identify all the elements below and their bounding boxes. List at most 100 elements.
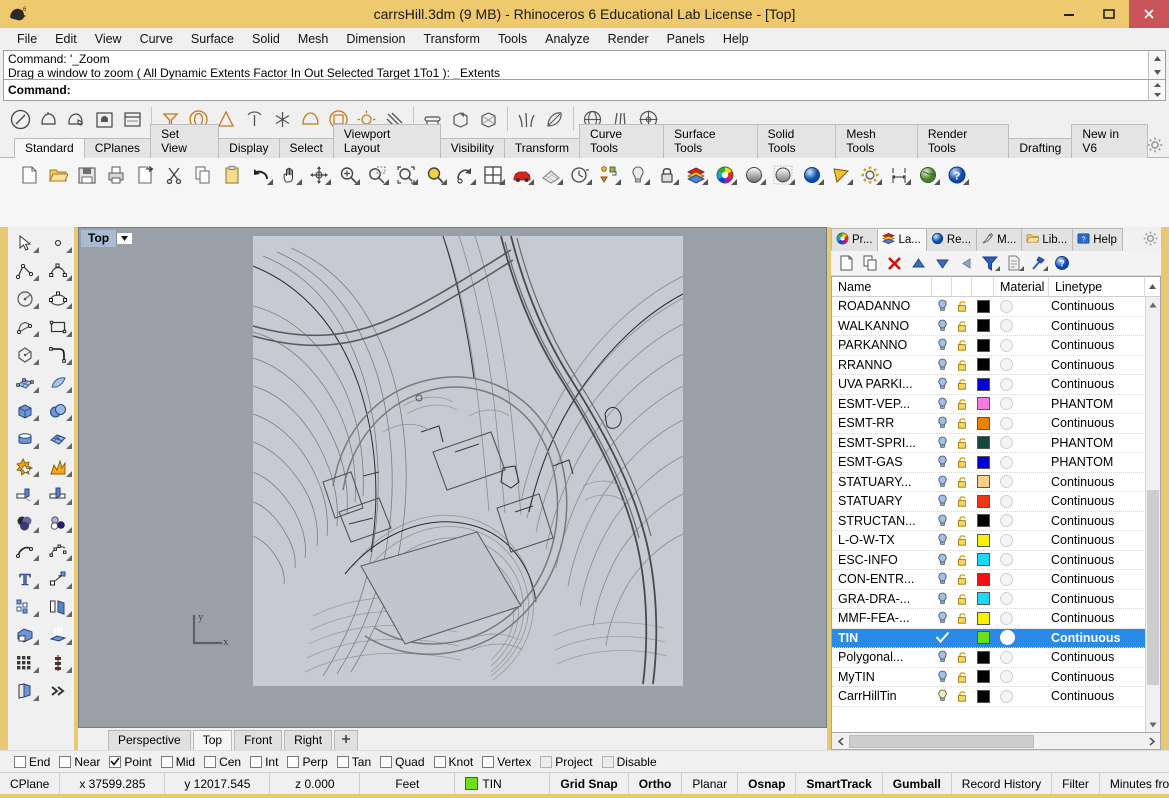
column-header-visible[interactable]	[932, 277, 952, 296]
layer-name[interactable]: PARKANNO	[832, 338, 932, 352]
layer-material-circle[interactable]	[994, 299, 1049, 313]
new-file-icon[interactable]	[14, 161, 43, 189]
checkbox[interactable]	[14, 755, 26, 768]
dome-icon[interactable]	[297, 105, 324, 133]
boolean-union-icon[interactable]	[8, 509, 41, 537]
layer-name[interactable]: ESMT-VEP...	[832, 397, 932, 411]
column-header-material[interactable]: Material	[994, 277, 1049, 296]
layer-lock-icon[interactable]	[952, 299, 972, 313]
tab-select[interactable]: Select	[278, 138, 334, 158]
layer-name[interactable]: WALKANNO	[832, 319, 932, 333]
layer-color-swatch[interactable]	[972, 358, 994, 372]
tab-standard[interactable]: Standard	[14, 138, 85, 158]
save-icon[interactable]	[72, 161, 101, 189]
layer-visibility-bulb-icon[interactable]	[932, 533, 952, 547]
menu-item-solid[interactable]: Solid	[243, 30, 289, 48]
move-up-icon[interactable]	[907, 253, 929, 274]
more-chevron-icon[interactable]	[41, 677, 74, 705]
vscroll-thumb[interactable]	[1146, 312, 1160, 717]
osnap-quad[interactable]: Quad	[380, 755, 425, 769]
osnap-vertex[interactable]: Vertex	[482, 755, 531, 769]
panel-options-gear-icon[interactable]	[1143, 231, 1158, 249]
menu-item-surface[interactable]: Surface	[182, 30, 243, 48]
layer-visibility-bulb-icon[interactable]	[932, 592, 952, 606]
status-toggle-ortho[interactable]: Ortho	[629, 773, 683, 794]
layer-color-swatch[interactable]	[972, 494, 994, 508]
ellipse-icon[interactable]	[41, 285, 74, 313]
layer-material-circle[interactable]	[994, 553, 1049, 567]
stroke-circle-icon[interactable]	[7, 105, 34, 133]
tab-mesh-tools[interactable]: Mesh Tools	[835, 124, 918, 158]
table-row[interactable]: CarrHillTin Continuous	[832, 687, 1160, 707]
copy-icon[interactable]	[188, 161, 217, 189]
layer-name[interactable]: ESC-INFO	[832, 553, 932, 567]
move-gumball-icon[interactable]	[304, 161, 333, 189]
layer-name[interactable]: CON-ENTR...	[832, 572, 932, 586]
lock-icon[interactable]	[652, 161, 681, 189]
hscroll-thumb[interactable]	[849, 734, 1035, 748]
column-header-linetype[interactable]: Linetype	[1049, 277, 1145, 296]
layer-linetype[interactable]: Continuous	[1049, 319, 1160, 333]
polyline-icon[interactable]	[8, 257, 41, 285]
layer-table[interactable]: Name Material Linetype ROADANNO Continuo…	[831, 276, 1161, 733]
cup-box-icon[interactable]	[91, 105, 118, 133]
tab-viewport-layout[interactable]: Viewport Layout	[332, 124, 441, 158]
command-history-scrollbar[interactable]	[1148, 51, 1165, 79]
cylinder-icon[interactable]	[8, 425, 41, 453]
layer-material-circle[interactable]	[994, 338, 1049, 352]
layer-material-circle[interactable]	[994, 319, 1049, 333]
table-row[interactable]: MyTIN Continuous	[832, 668, 1160, 687]
layer-linetype[interactable]: Continuous	[1049, 338, 1160, 352]
viewport-layout-icon[interactable]	[478, 161, 507, 189]
layers-color-icon[interactable]	[681, 161, 710, 189]
status-units[interactable]: Feet	[360, 773, 456, 794]
osnap-tan[interactable]: Tan	[336, 755, 371, 769]
layer-linetype[interactable]: Continuous	[1049, 631, 1160, 645]
move-down-icon[interactable]	[931, 253, 953, 274]
arc-icon[interactable]	[8, 313, 41, 341]
duplicate-layer-icon[interactable]	[859, 253, 881, 274]
layer-color-swatch[interactable]	[972, 631, 994, 645]
layer-lock-icon[interactable]	[952, 416, 972, 430]
rotate-view-icon[interactable]	[449, 161, 478, 189]
cut-scissors-icon[interactable]	[159, 161, 188, 189]
ghosted-sphere-icon[interactable]	[768, 161, 797, 189]
checkbox[interactable]	[601, 755, 614, 768]
osnap-cen[interactable]: Cen	[204, 755, 241, 769]
layer-material-circle[interactable]	[994, 455, 1049, 469]
layer-table-vscrollbar[interactable]	[1145, 297, 1160, 732]
layer-lock-icon[interactable]	[952, 358, 972, 372]
rectangle-icon[interactable]	[41, 313, 74, 341]
osnap-project[interactable]: Project	[540, 755, 593, 769]
zoom-selected-icon[interactable]	[420, 161, 449, 189]
table-row[interactable]: Polygonal... Continuous	[832, 648, 1160, 668]
layer-linetype[interactable]: Continuous	[1049, 377, 1160, 391]
layer-visibility-bulb-icon[interactable]	[932, 670, 952, 684]
toolbar-options-gear-icon[interactable]	[1147, 137, 1163, 156]
layer-material-circle[interactable]	[994, 436, 1049, 450]
menu-item-file[interactable]: File	[8, 30, 46, 48]
box-faceted-icon[interactable]	[475, 105, 502, 133]
layer-lock-icon[interactable]	[952, 670, 972, 684]
paste-icon[interactable]	[217, 161, 246, 189]
layer-name[interactable]: L-O-W-TX	[832, 533, 932, 547]
panel-tab-materials[interactable]: M...	[976, 228, 1023, 251]
layer-material-circle[interactable]	[994, 572, 1049, 586]
checkbox[interactable]	[336, 755, 349, 768]
extrude-solid-icon[interactable]	[8, 621, 41, 649]
tab-render-tools[interactable]: Render Tools	[916, 124, 1010, 158]
panel-tab-libraries[interactable]: Lib...	[1021, 228, 1074, 251]
menu-item-panels[interactable]: Panels	[658, 30, 714, 48]
layer-name[interactable]: ESMT-SPRI...	[832, 436, 932, 450]
layer-table-hscrollbar[interactable]	[831, 733, 1161, 750]
layer-color-swatch[interactable]	[972, 592, 994, 606]
checkbox[interactable]	[59, 755, 72, 768]
export-icon[interactable]	[130, 161, 159, 189]
clock-icon[interactable]	[565, 161, 594, 189]
layer-visibility-bulb-icon[interactable]	[932, 494, 952, 508]
help-icon[interactable]: ?	[942, 161, 971, 189]
layer-visibility-bulb-icon[interactable]	[932, 436, 952, 450]
panel-tab-properties[interactable]: Pr...	[831, 228, 879, 251]
layer-lock-icon[interactable]	[952, 650, 972, 664]
chevron-up-icon[interactable]	[1145, 277, 1160, 296]
